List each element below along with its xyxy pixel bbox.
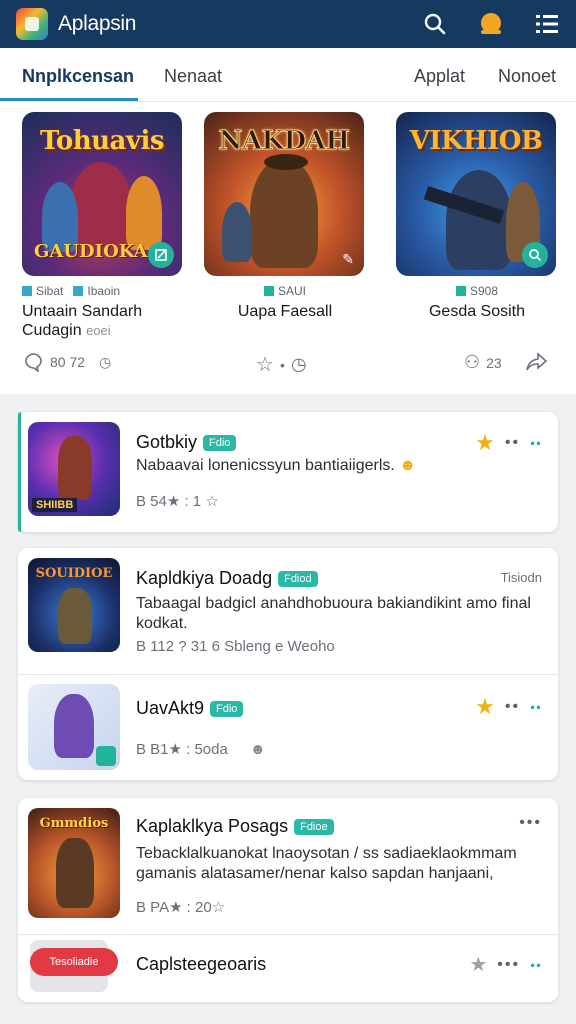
thumbnail-label: Gmmdios — [39, 816, 109, 831]
item-title: UavAkt9 Fdio — [136, 698, 244, 719]
active-tab-indicator — [0, 98, 138, 101]
favorite-star-icon[interactable]: ★ — [475, 694, 495, 720]
tag-pill: Fdio — [203, 434, 237, 451]
featured-name: Untaain Sandarh — [22, 303, 143, 320]
tab-nonoet[interactable]: Nonoet — [498, 66, 556, 87]
clock-icon: ◷ — [99, 353, 112, 370]
game-cover-image[interactable]: NAKDAH ✎ — [204, 112, 364, 276]
featured-card[interactable]: VIKHIOB S908 Gesda Sosith — [396, 112, 558, 321]
badge-icon — [96, 746, 116, 766]
user-icon: ⚇ — [464, 352, 481, 372]
thumbnail-label: SHIIBB — [32, 498, 78, 512]
list-item[interactable]: SOUIDIOE Kapldkiya Doadg Fdiod Tisiodn Ta… — [18, 548, 558, 670]
search-icon[interactable] — [422, 11, 448, 37]
item-description: Tabaagal badgicl anahdhobuoura bakiandik… — [136, 595, 531, 632]
item-title: Caplsteegeoaris — [136, 954, 267, 974]
game-thumbnail[interactable]: SHIIBB — [28, 422, 120, 516]
featured-name: Uapa Faesall — [237, 303, 333, 320]
app-logo-icon[interactable] — [16, 8, 48, 40]
featured-name: Gesda Sosith — [428, 303, 526, 320]
list-item[interactable]: SHIIBB Gotbkiy Fdio Nabaavai lonenicssyun… — [18, 412, 558, 532]
more-icon[interactable]: •• — [505, 434, 520, 452]
game-thumbnail[interactable] — [28, 684, 120, 770]
timer-icon: ◷ — [290, 354, 307, 374]
item-timestamp: Tisiodn — [500, 570, 542, 585]
list-item[interactable]: UavAkt9 Fdio B B1★ : 5oda ☻ ★ •• ꞏꞏ — [18, 674, 558, 780]
list-item[interactable]: Gmmdios Kaplaklkya Posags Fdioe ••• Tebac… — [18, 798, 558, 932]
more-icon[interactable]: ••• — [519, 814, 542, 832]
menu-icon[interactable] — [534, 11, 560, 37]
game-cover-image[interactable]: Tohuavis GAUDIOKA — [22, 112, 182, 276]
users-count: 23 — [486, 354, 502, 371]
featured-actions: 80 72 ◷ ☆ • ◷ ⚇ 23 — [0, 352, 576, 380]
group-icon[interactable]: ꞏꞏ — [530, 432, 542, 454]
edit-badge-icon[interactable] — [148, 242, 174, 268]
share-action[interactable] — [526, 352, 548, 372]
users-action[interactable]: ⚇ 23 — [464, 352, 502, 373]
cover-subtitle: GAUDIOKA — [34, 241, 148, 262]
featured-meta: SAUI — [277, 284, 306, 298]
cover-corner-icon: ✎ — [342, 251, 354, 267]
tab-nenaat[interactable]: Nenaat — [164, 66, 222, 87]
profile-icon[interactable] — [478, 11, 504, 37]
search-badge-icon[interactable] — [522, 242, 548, 268]
featured-meta: S908 — [469, 284, 499, 298]
star-outline-icon[interactable]: ★ — [469, 952, 487, 977]
cover-title: NAKDAH — [218, 126, 350, 157]
favorite-star-icon[interactable]: ★ — [475, 430, 495, 456]
group-icon[interactable]: ꞏꞏ — [530, 954, 542, 976]
featured-card[interactable]: NAKDAH ✎ SAUI Uapa Faesall — [204, 112, 366, 321]
list-card: Gmmdios Kaplaklkya Posags Fdioe ••• Tebac… — [18, 798, 558, 1002]
featured-card[interactable]: Tohuavis GAUDIOKA Sibat Ibaoin Untaain Sa… — [22, 112, 184, 340]
cover-title: Tohuavis — [40, 126, 164, 156]
list-card: SOUIDIOE Kapldkiya Doadg Fdiod Tisiodn Ta… — [18, 548, 558, 780]
thumbnail-label: SOUIDIOE — [35, 566, 113, 581]
game-thumbnail[interactable]: Gmmdios — [28, 808, 120, 918]
app-header: Aplapsin — [0, 0, 576, 48]
item-description: Nabaavai lonenicssyun bantiaiigerls. ☻ — [136, 457, 417, 474]
comment-count: 80 72 — [50, 354, 86, 370]
game-thumbnail[interactable]: SOUIDIOE — [28, 558, 120, 652]
group-icon[interactable]: ꞏꞏ — [530, 696, 542, 718]
comment-action[interactable]: 80 72 ◷ — [24, 352, 111, 372]
emoji-icon: ☻ — [399, 457, 417, 474]
featured-section: Tohuavis GAUDIOKA Sibat Ibaoin Untaain Sa… — [0, 102, 576, 394]
tag-pill: Fdioe — [294, 818, 334, 835]
more-icon[interactable]: •• — [505, 698, 520, 716]
comment-icon — [25, 353, 42, 372]
share-icon — [526, 352, 548, 371]
game-cover-image[interactable]: VIKHIOB — [396, 112, 556, 276]
list-item[interactable]: Tesoliadie Caplsteegeoaris ★ ••• ꞏꞏ — [18, 934, 558, 1002]
app-title: Aplapsin — [58, 12, 137, 35]
install-button[interactable]: Tesoliadie — [30, 948, 118, 976]
tab-bar: Nnplkcensan Nenaat Applat Nonoet — [0, 48, 576, 102]
emoji-icon: ☻ — [249, 740, 266, 758]
tag-pill: Fdio — [210, 700, 244, 717]
list-card: SHIIBB Gotbkiy Fdio Nabaavai lonenicssyun… — [18, 412, 558, 532]
tab-applat[interactable]: Applat — [414, 66, 465, 87]
item-title: Kaplaklkya Posags Fdioe — [136, 816, 334, 837]
cover-title: VIKHIOB — [409, 126, 543, 156]
item-stats: B B1★ : 5oda ☻ — [136, 740, 266, 759]
rate-action[interactable]: ☆ • ◷ — [256, 352, 307, 377]
featured-subtitle: Cudagin eoei — [22, 322, 111, 339]
tag-pill: Fdiod — [278, 570, 318, 587]
item-stats: B 112 ? 31 6 Sbleng e Weoho — [136, 638, 335, 655]
featured-meta: Sibat — [36, 284, 64, 298]
star-outline-icon: ☆ — [256, 354, 274, 376]
more-icon[interactable]: ••• — [497, 956, 520, 974]
item-title: Kapldkiya Doadg Fdiod — [136, 568, 318, 589]
item-stats: B 54★ : 1 ☆ — [136, 493, 219, 510]
item-description: Tebacklalkuanokat lnaoysotan / ss sadiae… — [136, 845, 517, 882]
featured-meta-secondary: Ibaoin — [87, 284, 121, 298]
item-title: Gotbkiy Fdio — [136, 432, 237, 453]
tab-nnplkcensan[interactable]: Nnplkcensan — [22, 66, 134, 87]
item-stats: B PA★ : 20☆ — [136, 899, 226, 916]
